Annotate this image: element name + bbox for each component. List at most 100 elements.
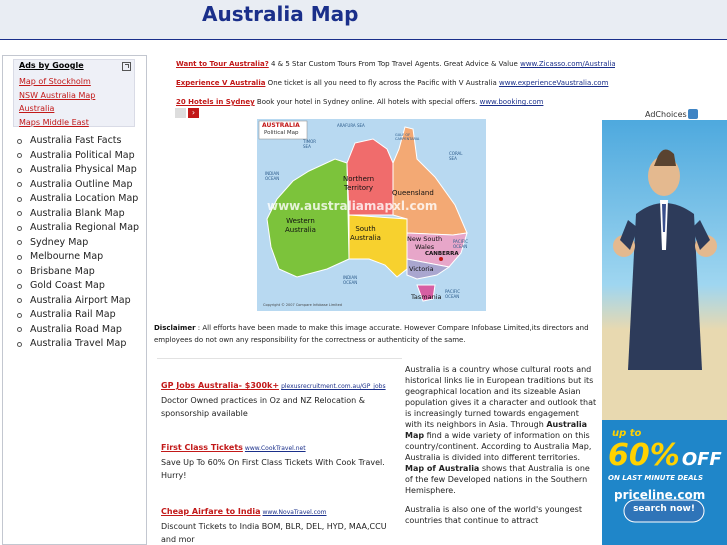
content-ad-url[interactable]: www.CookTravel.net bbox=[245, 445, 306, 452]
article-paragraph: Australia is also one of the world's you… bbox=[405, 505, 582, 525]
sidebar-nav: Australia Fast Facts Australia Political… bbox=[17, 134, 139, 352]
content-ad-url[interactable]: plexusrecruitment.com.au/GP_jobs bbox=[281, 383, 386, 390]
ad-pager: › bbox=[175, 108, 199, 118]
capital-label: CANBERRA bbox=[425, 251, 459, 257]
sidebar-nav-item[interactable]: Melbourne Map bbox=[17, 250, 139, 265]
sidebar-nav-item[interactable]: Australia Airport Map bbox=[17, 294, 139, 309]
bullet-icon bbox=[17, 240, 22, 246]
region-label-nsw: New South Wales bbox=[407, 235, 443, 251]
top-ad: Experience V Australia One ticket is all… bbox=[173, 74, 615, 93]
bullet-icon bbox=[17, 225, 22, 231]
priceline-banner-ad[interactable]: up to 60% OFF ON LAST MINUTE DEALS pricel… bbox=[602, 120, 727, 545]
sidebar-nav-item[interactable]: Australia Rail Map bbox=[17, 308, 139, 323]
sidebar-nav-item[interactable]: Australia Location Map bbox=[17, 192, 139, 207]
map-copyright: Copyright © 2007 Compare Infobase Limite… bbox=[263, 303, 342, 307]
bullet-icon bbox=[17, 327, 22, 333]
disclaimer-text: : All efforts have been made to make thi… bbox=[154, 324, 589, 344]
article-paragraph: Australia is a country whose cultural ro… bbox=[405, 365, 597, 495]
disclaimer: Disclaimer : All efforts have been made … bbox=[154, 322, 599, 346]
sidebar-nav-item[interactable]: Sydney Map bbox=[17, 236, 139, 251]
top-ad-url[interactable]: www.booking.com bbox=[480, 98, 544, 106]
sidebar-nav-item[interactable]: Australia Political Map bbox=[17, 149, 139, 164]
content-ad-title[interactable]: Cheap Airfare to India bbox=[161, 507, 260, 516]
region-label-sa: South Australia bbox=[350, 225, 381, 242]
sidebar-nav-item[interactable]: Australia Outline Map bbox=[17, 178, 139, 193]
region-label-wa: Western Australia bbox=[285, 217, 316, 234]
top-ad-title[interactable]: 20 Hotels in Sydney bbox=[176, 98, 255, 106]
article-text: Australia is a country whose cultural ro… bbox=[405, 364, 597, 534]
australia-political-map: AUSTRALIA Political Map www.australiamap… bbox=[257, 119, 486, 311]
top-ad: Want to Tour Australia? 4 & 5 Star Custo… bbox=[173, 55, 615, 74]
chevron-left-icon[interactable] bbox=[175, 108, 186, 118]
bullet-icon bbox=[17, 211, 22, 217]
banner-discount: 60% OFF bbox=[608, 438, 722, 473]
map-graphic bbox=[257, 119, 486, 311]
banner-subtext: ON LAST MINUTE DEALS bbox=[608, 474, 703, 482]
sidebar: Ads by Google Map of Stockholm NSW Austr… bbox=[2, 55, 147, 545]
content-ad: GP Jobs Australia- $300k+ plexusrecruitme… bbox=[161, 373, 401, 420]
sidebar-nav-item[interactable]: Australia Regional Map bbox=[17, 221, 139, 236]
bullet-icon bbox=[17, 138, 22, 144]
region-label-vic: Victoria bbox=[409, 265, 434, 273]
top-ad-desc: 4 & 5 Star Custom Tours From Top Travel … bbox=[268, 60, 521, 68]
top-ad-list: Want to Tour Australia? 4 & 5 Star Custo… bbox=[173, 55, 615, 112]
bullet-icon bbox=[17, 341, 22, 347]
bullet-icon bbox=[17, 254, 22, 260]
bullet-icon bbox=[17, 269, 22, 275]
sidebar-ad-link[interactable]: Maps Middle East bbox=[19, 116, 133, 130]
map-badge-subtitle: Political Map bbox=[264, 130, 299, 136]
sidebar-ad-link[interactable]: NSW Australia Map bbox=[19, 89, 133, 103]
region-label-tas: Tasmania bbox=[411, 293, 442, 301]
sidebar-nav-item[interactable]: Gold Coast Map bbox=[17, 279, 139, 294]
ads-by-google-label[interactable]: Ads by Google bbox=[19, 61, 84, 70]
top-ad-url[interactable]: www.Zicasso.com/Australia bbox=[520, 60, 615, 68]
region-label-qld: Queensland bbox=[392, 189, 434, 197]
page-header: Australia Map bbox=[0, 0, 727, 40]
sidebar-nav-item[interactable]: Australia Travel Map bbox=[17, 337, 139, 352]
region-label-nt: Northern Territory bbox=[343, 175, 375, 192]
sea-label: TIMOR SEA bbox=[303, 139, 317, 149]
chevron-right-icon[interactable]: › bbox=[188, 108, 199, 118]
priceline-logo: priceline.com bbox=[614, 488, 706, 502]
bullet-icon bbox=[17, 283, 22, 289]
adchoices-label[interactable]: AdChoices bbox=[645, 110, 687, 119]
top-ad-desc: One ticket is all you need to fly across… bbox=[265, 79, 499, 87]
sidebar-nav-item[interactable]: Australia Blank Map bbox=[17, 207, 139, 222]
top-ad-title[interactable]: Experience V Australia bbox=[176, 79, 265, 87]
content-ad-title[interactable]: GP Jobs Australia- $300k+ bbox=[161, 381, 279, 390]
sidebar-nav-item[interactable]: Brisbane Map bbox=[17, 265, 139, 280]
content-ad: First Class Tickets www.CookTravel.net Sa… bbox=[161, 435, 401, 482]
content-ad-desc: Discount Tickets to India BOM, BLR, DEL,… bbox=[161, 522, 387, 544]
adchoices-icon[interactable] bbox=[688, 109, 698, 119]
disclaimer-label: Disclaimer bbox=[154, 324, 196, 332]
sea-label: CORAL SEA bbox=[449, 151, 463, 161]
sea-label: GULF OF CARPENTARIA bbox=[395, 133, 420, 141]
top-ad-title[interactable]: Want to Tour Australia? bbox=[176, 60, 269, 68]
top-ad-desc: Book your hotel in Sydney online. All ho… bbox=[254, 98, 480, 106]
content-ad-title[interactable]: First Class Tickets bbox=[161, 443, 243, 452]
bullet-icon bbox=[17, 182, 22, 188]
search-now-button[interactable]: search now! bbox=[624, 504, 704, 514]
sea-label: INDIAN OCEAN bbox=[265, 171, 280, 181]
bullet-icon bbox=[17, 167, 22, 173]
sidebar-nav-item[interactable]: Australia Road Map bbox=[17, 323, 139, 338]
sidebar-ad-link[interactable]: Australia bbox=[19, 102, 133, 116]
sidebar-nav-item[interactable]: Australia Fast Facts bbox=[17, 134, 139, 149]
sea-label: PACIFIC OCEAN bbox=[453, 239, 469, 249]
sidebar-ad-link[interactable]: Map of Stockholm bbox=[19, 75, 133, 89]
bullet-icon bbox=[17, 312, 22, 318]
page-title: Australia Map bbox=[202, 2, 359, 26]
sea-label: INDIAN OCEAN bbox=[343, 275, 358, 285]
content-ad-list: GP Jobs Australia- $300k+ plexusrecruitme… bbox=[157, 358, 402, 545]
external-link-icon[interactable] bbox=[122, 62, 131, 71]
content-ad-desc: Save Up To 60% On First Class Tickets Wi… bbox=[161, 458, 385, 480]
top-ad-url[interactable]: www.experienceVaustralia.com bbox=[499, 79, 608, 87]
sea-label: PACIFIC OCEAN bbox=[445, 289, 461, 299]
top-ad: 20 Hotels in Sydney Book your hotel in S… bbox=[173, 93, 615, 112]
sidebar-nav-item[interactable]: Australia Physical Map bbox=[17, 163, 139, 178]
sea-label: ARAFURA SEA bbox=[337, 123, 365, 128]
bullet-icon bbox=[17, 196, 22, 202]
sidebar-ad-box: Ads by Google Map of Stockholm NSW Austr… bbox=[13, 59, 135, 127]
content-ad-url[interactable]: www.NovaTravel.com bbox=[262, 509, 326, 516]
content-ad-desc: Doctor Owned practices in Oz and NZ Relo… bbox=[161, 396, 365, 418]
